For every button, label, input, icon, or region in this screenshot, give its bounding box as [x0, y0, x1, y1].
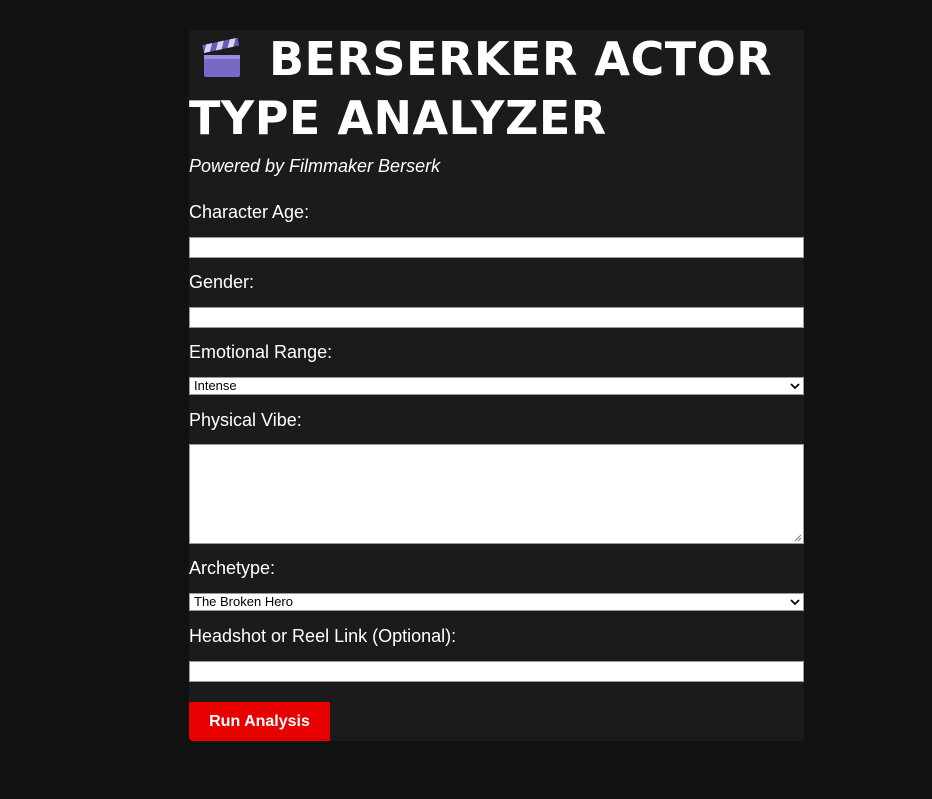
archetype-label: Archetype: — [189, 558, 276, 578]
clapperboard-icon — [202, 37, 240, 77]
archetype-select[interactable]: The Broken Hero — [189, 593, 804, 611]
emotional-range-label: Emotional Range: — [189, 342, 333, 362]
chevron-down-icon — [790, 383, 800, 390]
archetype-value: The Broken Hero — [194, 594, 293, 609]
title-line-1: BERSERKER ACTOR — [269, 32, 773, 86]
age-label: Character Age: — [189, 202, 310, 222]
resize-grip-icon[interactable] — [794, 534, 802, 542]
age-input[interactable] — [189, 237, 804, 258]
headshot-label: Headshot or Reel Link (Optional): — [189, 626, 457, 646]
page-title: BERSERKER ACTOR TYPE ANALYZER — [189, 30, 789, 148]
subtitle: Powered by Filmmaker Berserk — [189, 156, 441, 176]
emotional-range-value: Intense — [194, 378, 237, 393]
chevron-down-icon — [790, 599, 800, 606]
gender-input[interactable] — [189, 307, 804, 328]
physical-vibe-label: Physical Vibe: — [189, 410, 302, 430]
gender-label: Gender: — [189, 272, 255, 292]
physical-vibe-textarea[interactable] — [189, 444, 804, 544]
emotional-range-select[interactable]: Intense — [189, 377, 804, 395]
title-line-2: TYPE ANALYZER — [189, 91, 607, 145]
analyzer-card: BERSERKER ACTOR TYPE ANALYZER Powered by … — [189, 30, 804, 741]
run-analysis-button[interactable]: Run Analysis — [189, 702, 330, 741]
headshot-input[interactable] — [189, 661, 804, 682]
